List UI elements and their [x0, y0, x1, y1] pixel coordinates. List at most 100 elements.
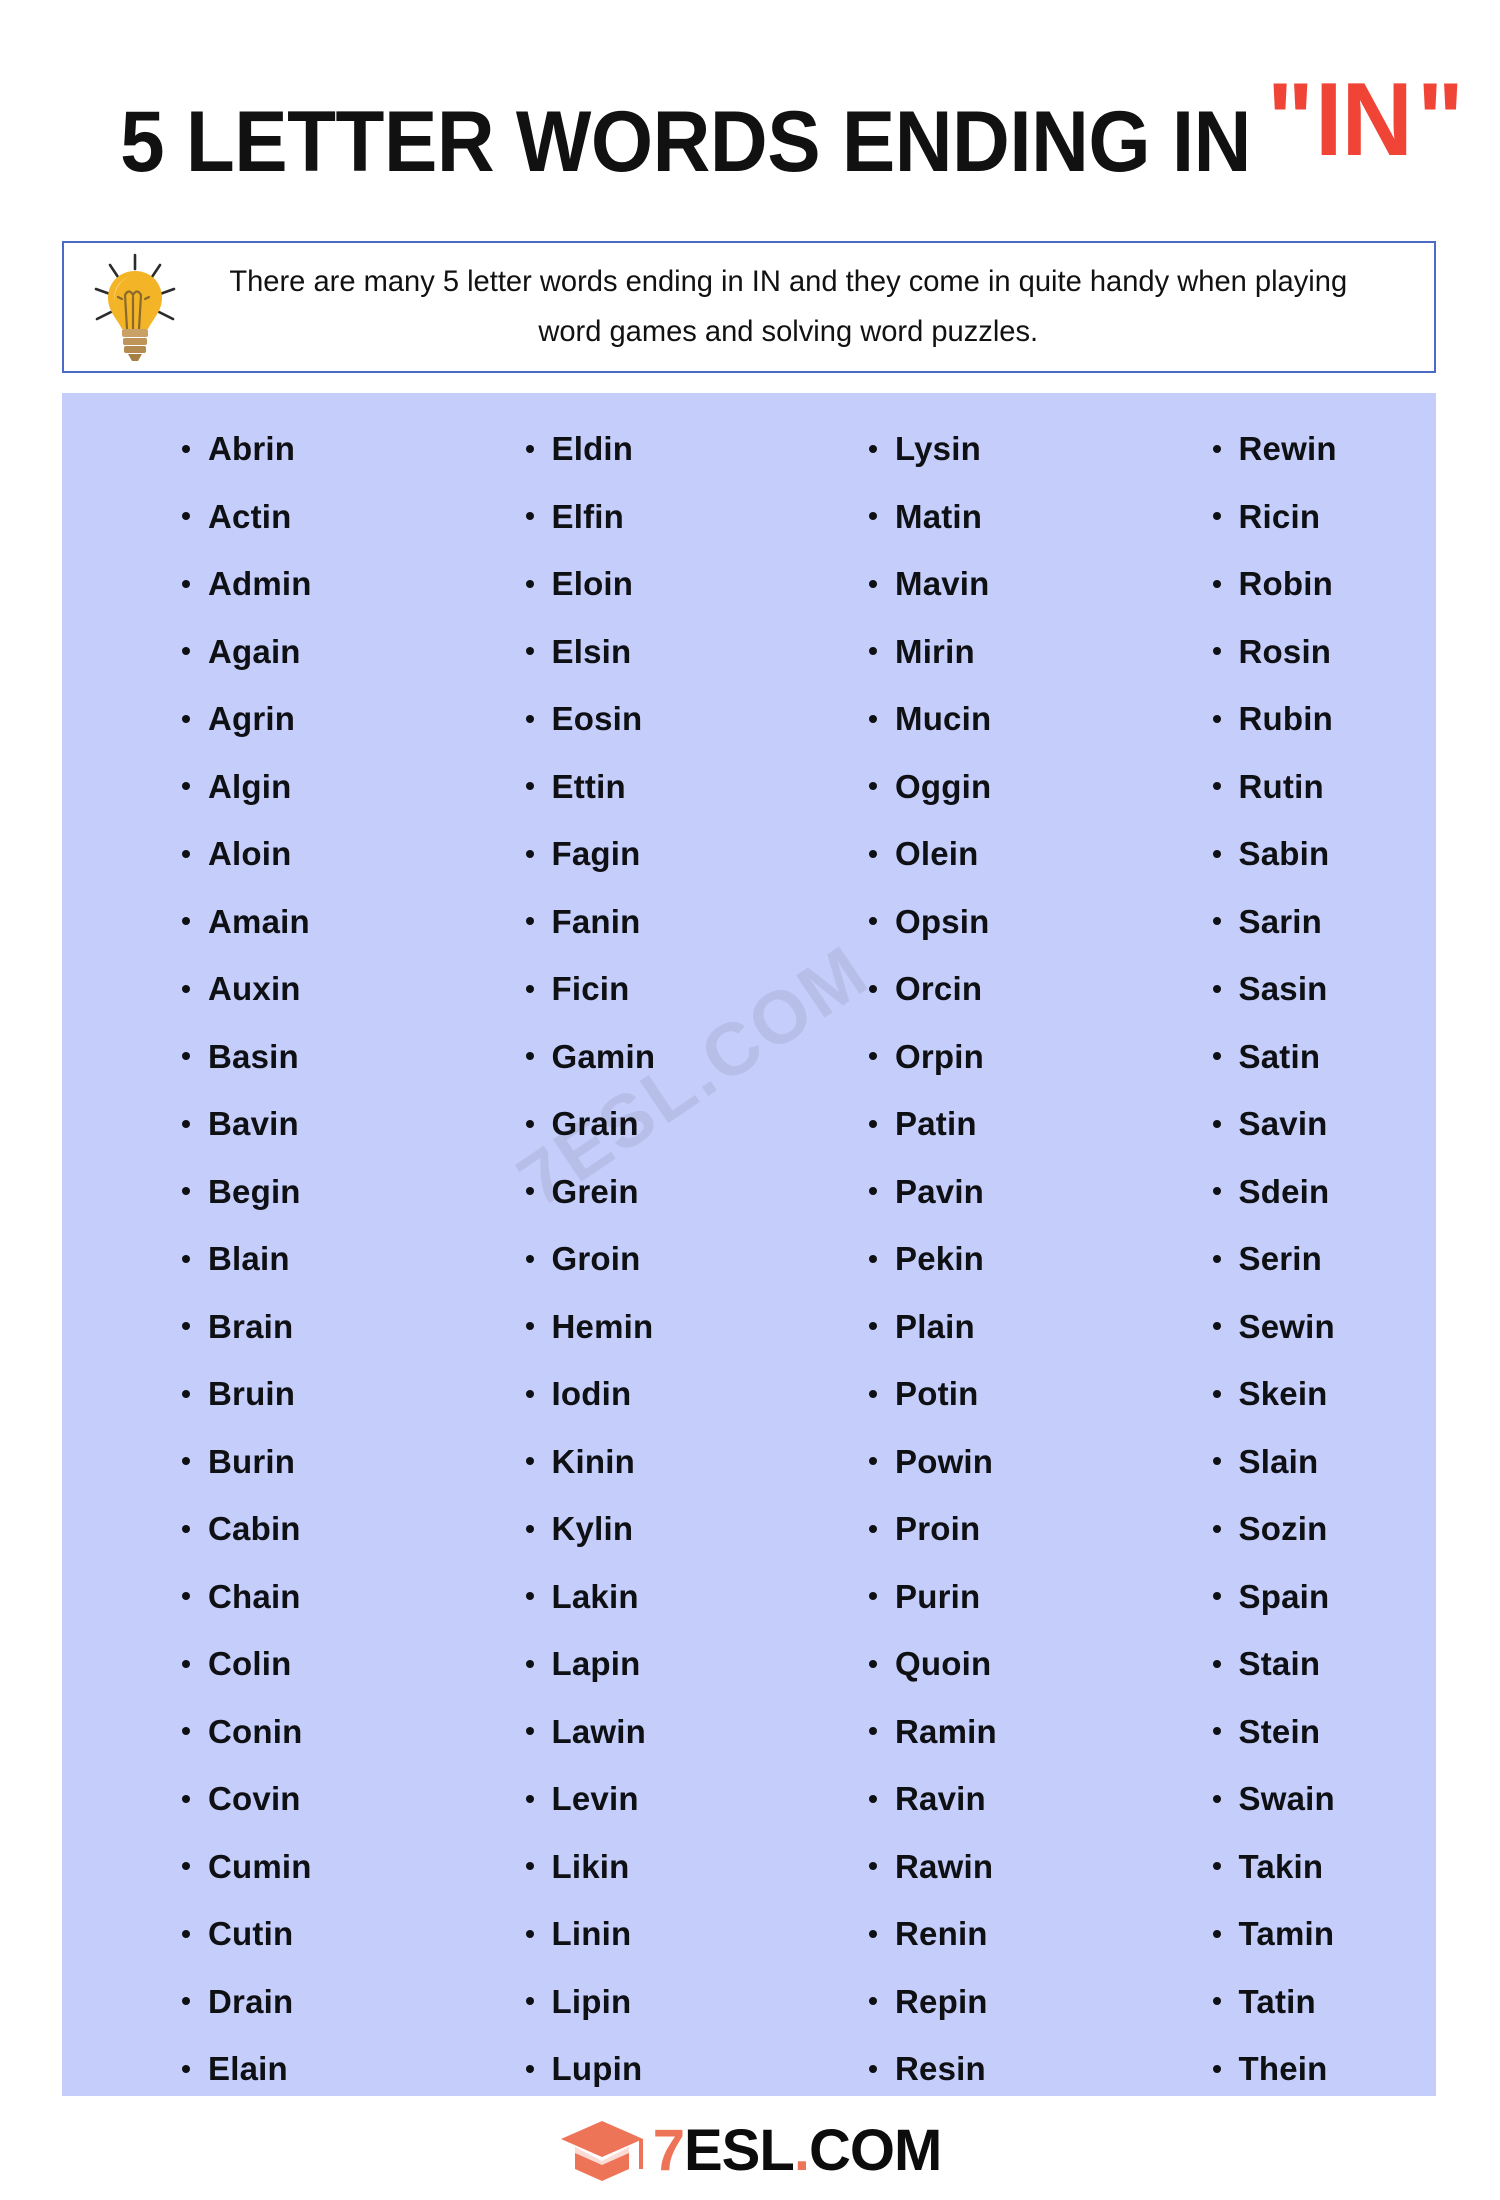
word-list-item: Mucin [867, 685, 1093, 753]
word-list-item: Levin [524, 1765, 750, 1833]
word-list-item: Grain [524, 1090, 750, 1158]
word-list-item: Ettin [524, 753, 750, 821]
word-list-item: Sarin [1211, 888, 1437, 956]
word-list-item: Tamin [1211, 1900, 1437, 1968]
word-list-item: Aloin [180, 820, 406, 888]
word-list-item: Sewin [1211, 1293, 1437, 1361]
word-list-item: Sdein [1211, 1158, 1437, 1226]
word-list-item: Iodin [524, 1360, 750, 1428]
word-list-item: Grein [524, 1158, 750, 1226]
word-column-2: Eldin Elfin Eloin Elsin Eosin Ettin Fagin Fanin… [406, 415, 750, 2096]
footer: 7 ESL . COM [0, 2102, 1500, 2200]
word-list-item: Fagin [524, 820, 750, 888]
word-list-item: Chain [180, 1563, 406, 1631]
word-list-item: Burin [180, 1428, 406, 1496]
word-list-item: Lawin [524, 1698, 750, 1766]
word-list-item: Olein [867, 820, 1093, 888]
word-list-item: Abrin [180, 415, 406, 483]
page-title-accent: IN [1314, 62, 1413, 179]
page-title: 5 LETTER WORDS ENDING IN " IN " [0, 62, 1500, 191]
word-list-item: Elain [180, 2035, 406, 2096]
graduation-cap-icon [559, 2115, 645, 2187]
word-list-item: Sasin [1211, 955, 1437, 1023]
word-list-1: Abrin Actin Admin Again Agrin Algin Aloin Amain… [180, 415, 406, 2096]
word-list-item: Mavin [867, 550, 1093, 618]
word-list-item: Cumin [180, 1833, 406, 1901]
word-list-item: Groin [524, 1225, 750, 1293]
word-list-item: Pekin [867, 1225, 1093, 1293]
lightbulb-icon [88, 251, 182, 363]
site-logo[interactable]: 7 ESL . COM [559, 2115, 942, 2187]
word-list-item: Admin [180, 550, 406, 618]
word-column-1: Abrin Actin Admin Again Agrin Algin Aloin Amain… [62, 415, 406, 2096]
word-list-item: Sozin [1211, 1495, 1437, 1563]
logo-com: COM [808, 2118, 942, 2183]
word-list-item: Algin [180, 753, 406, 821]
word-list-item: Lapin [524, 1630, 750, 1698]
word-list-item: Cutin [180, 1900, 406, 1968]
word-list-2: Eldin Elfin Eloin Elsin Eosin Ettin Fagin Fanin… [524, 415, 750, 2096]
word-list-item: Ficin [524, 955, 750, 1023]
word-list-item: Resin [867, 2035, 1093, 2096]
word-list-item: Spain [1211, 1563, 1437, 1631]
word-list-item: Patin [867, 1090, 1093, 1158]
word-list-item: Rawin [867, 1833, 1093, 1901]
logo-dot: . [793, 2118, 810, 2183]
word-column-4: Rewin Ricin Robin Rosin Rubin Rutin Sabin Sarin… [1093, 415, 1437, 2096]
word-list-item: Rewin [1211, 415, 1437, 483]
word-list-item: Purin [867, 1563, 1093, 1631]
word-list-item: Sabin [1211, 820, 1437, 888]
word-list-item: Kinin [524, 1428, 750, 1496]
word-list-item: Swain [1211, 1765, 1437, 1833]
word-list-item: Eldin [524, 415, 750, 483]
word-list-item: Ricin [1211, 483, 1437, 551]
quote-close: " [1416, 62, 1464, 179]
word-list-3: Lysin Matin Mavin Mirin Mucin Oggin Olein Opsin… [867, 415, 1093, 2096]
word-list-item: Agrin [180, 685, 406, 753]
logo-esl: ESL [684, 2118, 795, 2183]
word-list-item: Basin [180, 1023, 406, 1091]
word-list-item: Mirin [867, 618, 1093, 686]
info-callout-text: There are many 5 letter words ending in … [200, 257, 1391, 358]
word-list-item: Stein [1211, 1698, 1437, 1766]
word-list-item: Cabin [180, 1495, 406, 1563]
word-list-item: Serin [1211, 1225, 1437, 1293]
word-list-item: Linin [524, 1900, 750, 1968]
word-list-item: Orpin [867, 1023, 1093, 1091]
word-list-item: Bavin [180, 1090, 406, 1158]
word-list-item: Drain [180, 1968, 406, 2036]
word-list-item: Lysin [867, 415, 1093, 483]
quote-open: " [1266, 62, 1314, 179]
word-list-item: Pavin [867, 1158, 1093, 1226]
word-list-item: Orcin [867, 955, 1093, 1023]
word-list-4: Rewin Ricin Robin Rosin Rubin Rutin Sabin Sarin… [1211, 415, 1437, 2096]
word-list-item: Colin [180, 1630, 406, 1698]
word-list-item: Slain [1211, 1428, 1437, 1496]
word-list-item: Actin [180, 483, 406, 551]
word-list-item: Kylin [524, 1495, 750, 1563]
word-list-item: Begin [180, 1158, 406, 1226]
page-title-main: 5 LETTER WORDS ENDING IN [119, 94, 1251, 191]
word-list-item: Matin [867, 483, 1093, 551]
word-list-item: Covin [180, 1765, 406, 1833]
word-list-panel: 7ESL.COM Abrin Actin Admin Again Agrin Algin A… [62, 393, 1436, 2096]
site-logo-text: 7 ESL . COM [653, 2118, 943, 2183]
word-list-item: Likin [524, 1833, 750, 1901]
word-list-item: Blain [180, 1225, 406, 1293]
page-title-accent-group: " IN " [1266, 62, 1466, 179]
word-list-item: Renin [867, 1900, 1093, 1968]
info-callout: There are many 5 letter words ending in … [62, 241, 1436, 373]
word-list-item: Robin [1211, 550, 1437, 618]
word-list-item: Rosin [1211, 618, 1437, 686]
word-list-item: Again [180, 618, 406, 686]
word-list-item: Lakin [524, 1563, 750, 1631]
word-list-item: Lupin [524, 2035, 750, 2096]
word-list-item: Bruin [180, 1360, 406, 1428]
word-list-item: Hemin [524, 1293, 750, 1361]
word-list-item: Rutin [1211, 753, 1437, 821]
word-list-item: Takin [1211, 1833, 1437, 1901]
word-list-item: Thein [1211, 2035, 1437, 2096]
word-list-item: Amain [180, 888, 406, 956]
word-list-item: Brain [180, 1293, 406, 1361]
word-column-3: Lysin Matin Mavin Mirin Mucin Oggin Olein Opsin… [749, 415, 1093, 2096]
